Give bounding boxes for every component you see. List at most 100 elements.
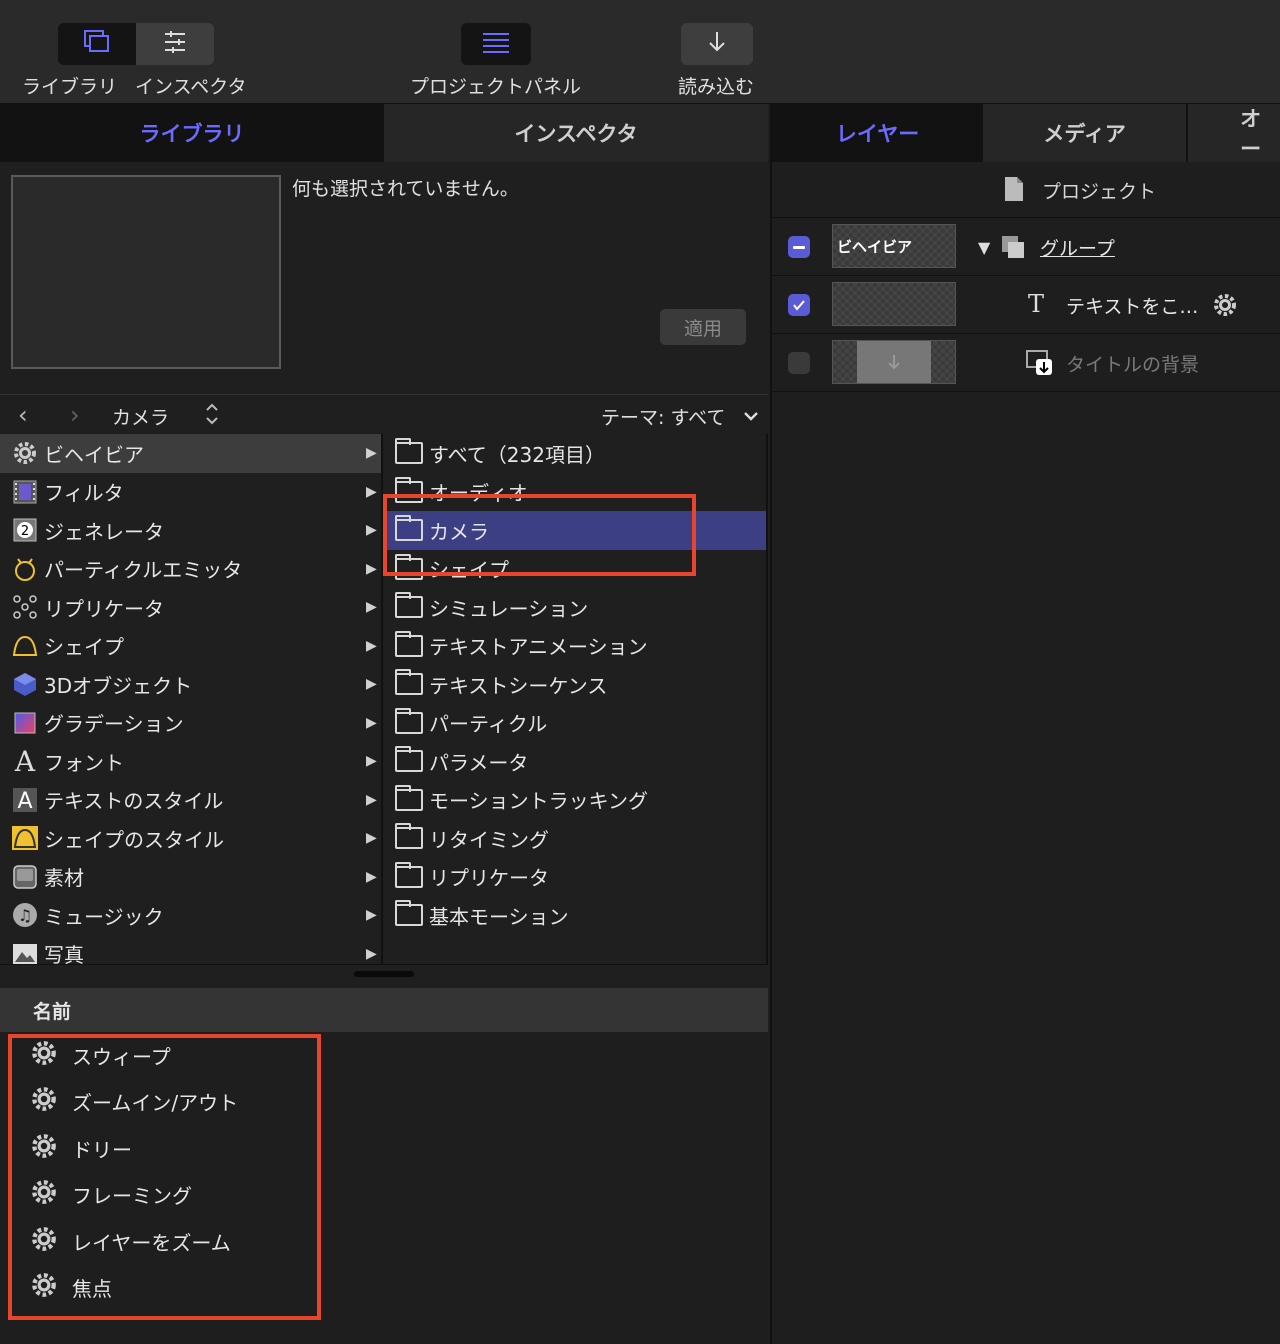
- category-label: フィルタ: [44, 481, 124, 506]
- group-icon: [1000, 234, 1028, 264]
- expand-arrow-icon: ▶: [366, 714, 377, 731]
- subfolder-item[interactable]: シミュレーション: [385, 588, 766, 627]
- project-panel-group: [461, 23, 531, 65]
- subfolder-item[interactable]: モーショントラッキング: [385, 781, 766, 820]
- folder-icon: [395, 553, 423, 580]
- pane-splitter[interactable]: [0, 964, 768, 988]
- splitter-handle[interactable]: [354, 971, 414, 977]
- item-label: スウィープ: [72, 1044, 171, 1069]
- category-text-styles[interactable]: A テキストのスタイル ▶: [0, 781, 381, 820]
- project-panel-label: プロジェクトパネル: [410, 76, 582, 98]
- project-row[interactable]: プロジェクト: [772, 162, 1280, 218]
- subfolder-item[interactable]: テキストアニメーション: [385, 627, 766, 666]
- tab-media[interactable]: メディア: [983, 104, 1189, 162]
- list-item[interactable]: スウィープ: [0, 1032, 768, 1079]
- subfolder-item[interactable]: パーティクル: [385, 704, 766, 743]
- inspector-toggle-button[interactable]: [136, 23, 214, 65]
- list-icon: [482, 31, 510, 57]
- subfolder-label: パラメータ: [429, 750, 529, 775]
- category-behaviors[interactable]: ビヘイビア ▶: [0, 434, 381, 473]
- tab-library[interactable]: ライブラリ: [0, 104, 384, 162]
- layer-row-title-background[interactable]: タイトルの背景: [772, 334, 1280, 392]
- drop-zone-icon: [1026, 350, 1054, 380]
- folder-icon: [395, 592, 423, 619]
- tab-inspector[interactable]: インスペクタ: [384, 104, 768, 162]
- category-replicators[interactable]: リプリケータ ▶: [0, 588, 381, 627]
- category-materials[interactable]: 素材 ▶: [0, 858, 381, 897]
- subfolder-item[interactable]: シェイプ: [385, 550, 766, 589]
- list-item[interactable]: ドリー: [0, 1125, 768, 1172]
- category-shape-styles[interactable]: シェイプのスタイル ▶: [0, 819, 381, 858]
- list-item[interactable]: フレーミング: [0, 1172, 768, 1219]
- category-generators[interactable]: 2 ジェネレータ ▶: [0, 511, 381, 550]
- layer-row-group[interactable]: ビヘイビア ▼ グループ: [772, 218, 1280, 276]
- name-column-header[interactable]: 名前: [0, 988, 768, 1032]
- expand-arrow-icon: ▶: [366, 791, 377, 808]
- import-button[interactable]: [681, 23, 753, 65]
- category-label: シェイプ: [44, 635, 124, 660]
- subfolder-item[interactable]: 基本モーション: [385, 896, 766, 935]
- tab-layers[interactable]: レイヤー: [772, 104, 984, 162]
- category-particle-emitters[interactable]: パーティクルエミッタ ▶: [0, 550, 381, 589]
- updown-chevron-icon[interactable]: [205, 401, 219, 431]
- gear-icon: [30, 1225, 58, 1258]
- selection-status: 何も選択されていません。: [292, 178, 519, 200]
- subfolder-item[interactable]: パラメータ: [385, 742, 766, 781]
- expand-arrow-icon: ▶: [366, 483, 377, 500]
- category-photos[interactable]: 写真 ▶: [0, 935, 381, 964]
- expand-arrow-icon: ▶: [366, 830, 377, 847]
- group-layer-name[interactable]: グループ: [1040, 234, 1115, 261]
- forward-arrow-icon[interactable]: ›: [70, 401, 80, 429]
- category-label: フォント: [44, 750, 124, 775]
- tab-audio[interactable]: オー: [1188, 104, 1280, 162]
- material-icon: [10, 863, 40, 891]
- breadcrumb-path[interactable]: カメラ: [112, 403, 169, 430]
- expand-arrow-icon: ▶: [366, 637, 377, 654]
- theme-filter[interactable]: テーマ: すべて: [601, 403, 725, 430]
- gear-icon: [30, 1271, 58, 1304]
- item-label: 焦点: [72, 1277, 112, 1302]
- gear-icon: [30, 1039, 58, 1072]
- emitter-icon: [10, 555, 40, 583]
- layer-checkbox-checked[interactable]: [788, 294, 810, 316]
- list-item[interactable]: ズームイン/アウト: [0, 1079, 768, 1126]
- category-3d-objects[interactable]: 3Dオブジェクト ▶: [0, 665, 381, 704]
- subfolder-item[interactable]: リタイミング: [385, 819, 766, 858]
- category-music[interactable]: ♫ ミュージック ▶: [0, 896, 381, 935]
- subfolder-item[interactable]: テキストシーケンス: [385, 665, 766, 704]
- browser-nav-bar: ‹ › カメラ テーマ: すべて: [0, 394, 768, 434]
- library-toggle-button[interactable]: [58, 23, 136, 65]
- subfolder-item[interactable]: すべて（232項目）: [385, 434, 766, 473]
- expand-arrow-icon: ▶: [366, 445, 377, 462]
- back-arrow-icon[interactable]: ‹: [18, 401, 28, 429]
- text-layer-name[interactable]: テキストをこ…: [1066, 292, 1198, 319]
- subfolder-item[interactable]: リプリケータ: [385, 858, 766, 897]
- svg-text:A: A: [17, 789, 32, 813]
- project-panel-button[interactable]: [461, 23, 531, 65]
- layer-checkbox-mixed[interactable]: [788, 236, 810, 258]
- category-label: ミュージック: [44, 904, 164, 929]
- expand-arrow-icon: ▶: [366, 599, 377, 616]
- subfolder-item[interactable]: オーディオ: [385, 473, 766, 512]
- layer-checkbox-unchecked[interactable]: [788, 352, 810, 374]
- gear-icon[interactable]: [1212, 292, 1238, 322]
- title-background-layer-name[interactable]: タイトルの背景: [1066, 350, 1199, 377]
- category-label: 写真: [44, 943, 84, 964]
- list-item[interactable]: 焦点: [0, 1265, 768, 1312]
- item-label: ズームイン/アウト: [72, 1091, 239, 1116]
- gear-icon: [10, 439, 40, 467]
- subfolder-label: テキストシーケンス: [429, 673, 608, 698]
- subfolder-label: モーショントラッキング: [429, 789, 648, 814]
- subfolder-label: シェイプ: [429, 558, 509, 583]
- subfolder-item-selected[interactable]: カメラ: [385, 511, 766, 550]
- category-gradients[interactable]: グラデーション ▶: [0, 704, 381, 743]
- layer-row-text[interactable]: T テキストをこ…: [772, 276, 1280, 334]
- list-item[interactable]: レイヤーをズーム: [0, 1218, 768, 1265]
- chevron-down-icon[interactable]: [743, 407, 759, 426]
- category-list: ビヘイビア ▶ フィルタ ▶ 2 ジェネレータ ▶ パーティクルエミッタ ▶ リ…: [0, 434, 383, 964]
- category-fonts[interactable]: A フォント ▶: [0, 742, 381, 781]
- disclosure-triangle-icon[interactable]: ▼: [978, 238, 990, 257]
- apply-button[interactable]: 適用: [660, 309, 746, 345]
- category-filters[interactable]: フィルタ ▶: [0, 473, 381, 512]
- category-shapes[interactable]: シェイプ ▶: [0, 627, 381, 666]
